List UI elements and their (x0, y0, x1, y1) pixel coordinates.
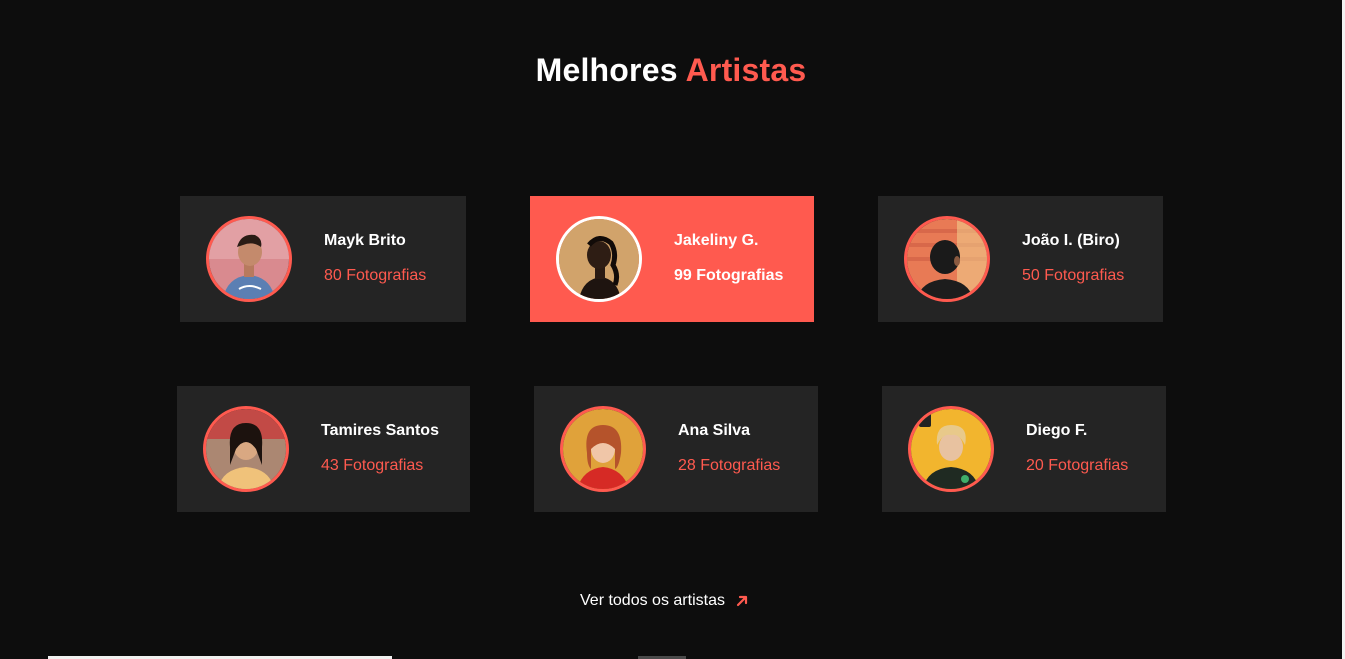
artist-photo-count: 99 Fotografias (674, 267, 784, 284)
artist-card-joao-biro[interactable]: João I. (Biro) 50 Fotografias (878, 196, 1163, 322)
woman-avatar (203, 406, 289, 492)
artist-name: Diego F. (1026, 422, 1088, 439)
woman-redhead-avatar (560, 406, 646, 492)
title-main: Melhores (535, 52, 678, 88)
artist-card-diego-f[interactable]: Diego F. 20 Fotografias (882, 386, 1166, 512)
man-blond-avatar (908, 406, 994, 492)
artist-photo-count: 43 Fotografias (321, 457, 424, 474)
artist-name: Ana Silva (678, 422, 751, 439)
artist-card-jakeliny-g[interactable]: Jakeliny G. 99 Fotografias (530, 196, 814, 322)
artist-photo-count: 20 Fotografias (1026, 457, 1129, 474)
artist-card-ana-silva[interactable]: Ana Silva 28 Fotografias (534, 386, 818, 512)
artists-section: Melhores Artistas Mayk Brito 80 Fotograf… (0, 0, 1345, 659)
woman-profile-avatar (556, 216, 642, 302)
artist-photo-count: 80 Fotografias (324, 267, 427, 284)
title-accent: Artistas (685, 52, 807, 88)
artist-photo-count: 28 Fotografias (678, 457, 781, 474)
artist-name: Jakeliny G. (674, 232, 759, 249)
artist-name: Tamires Santos (321, 422, 439, 439)
man-back-avatar (904, 216, 990, 302)
view-all-artists-link[interactable]: Ver todos os artistas (580, 592, 749, 610)
artist-name: Mayk Brito (324, 232, 406, 249)
artist-photo-count: 50 Fotografias (1022, 267, 1125, 284)
view-all-label: Ver todos os artistas (580, 592, 725, 609)
man-profile-avatar (206, 216, 292, 302)
section-title: Melhores Artistas (0, 52, 1342, 89)
arrow-up-right-icon (736, 595, 748, 607)
artist-card-tamires-santos[interactable]: Tamires Santos 43 Fotografias (177, 386, 470, 512)
artist-card-mayk-brito[interactable]: Mayk Brito 80 Fotografias (180, 196, 466, 322)
artist-name: João I. (Biro) (1022, 232, 1120, 249)
